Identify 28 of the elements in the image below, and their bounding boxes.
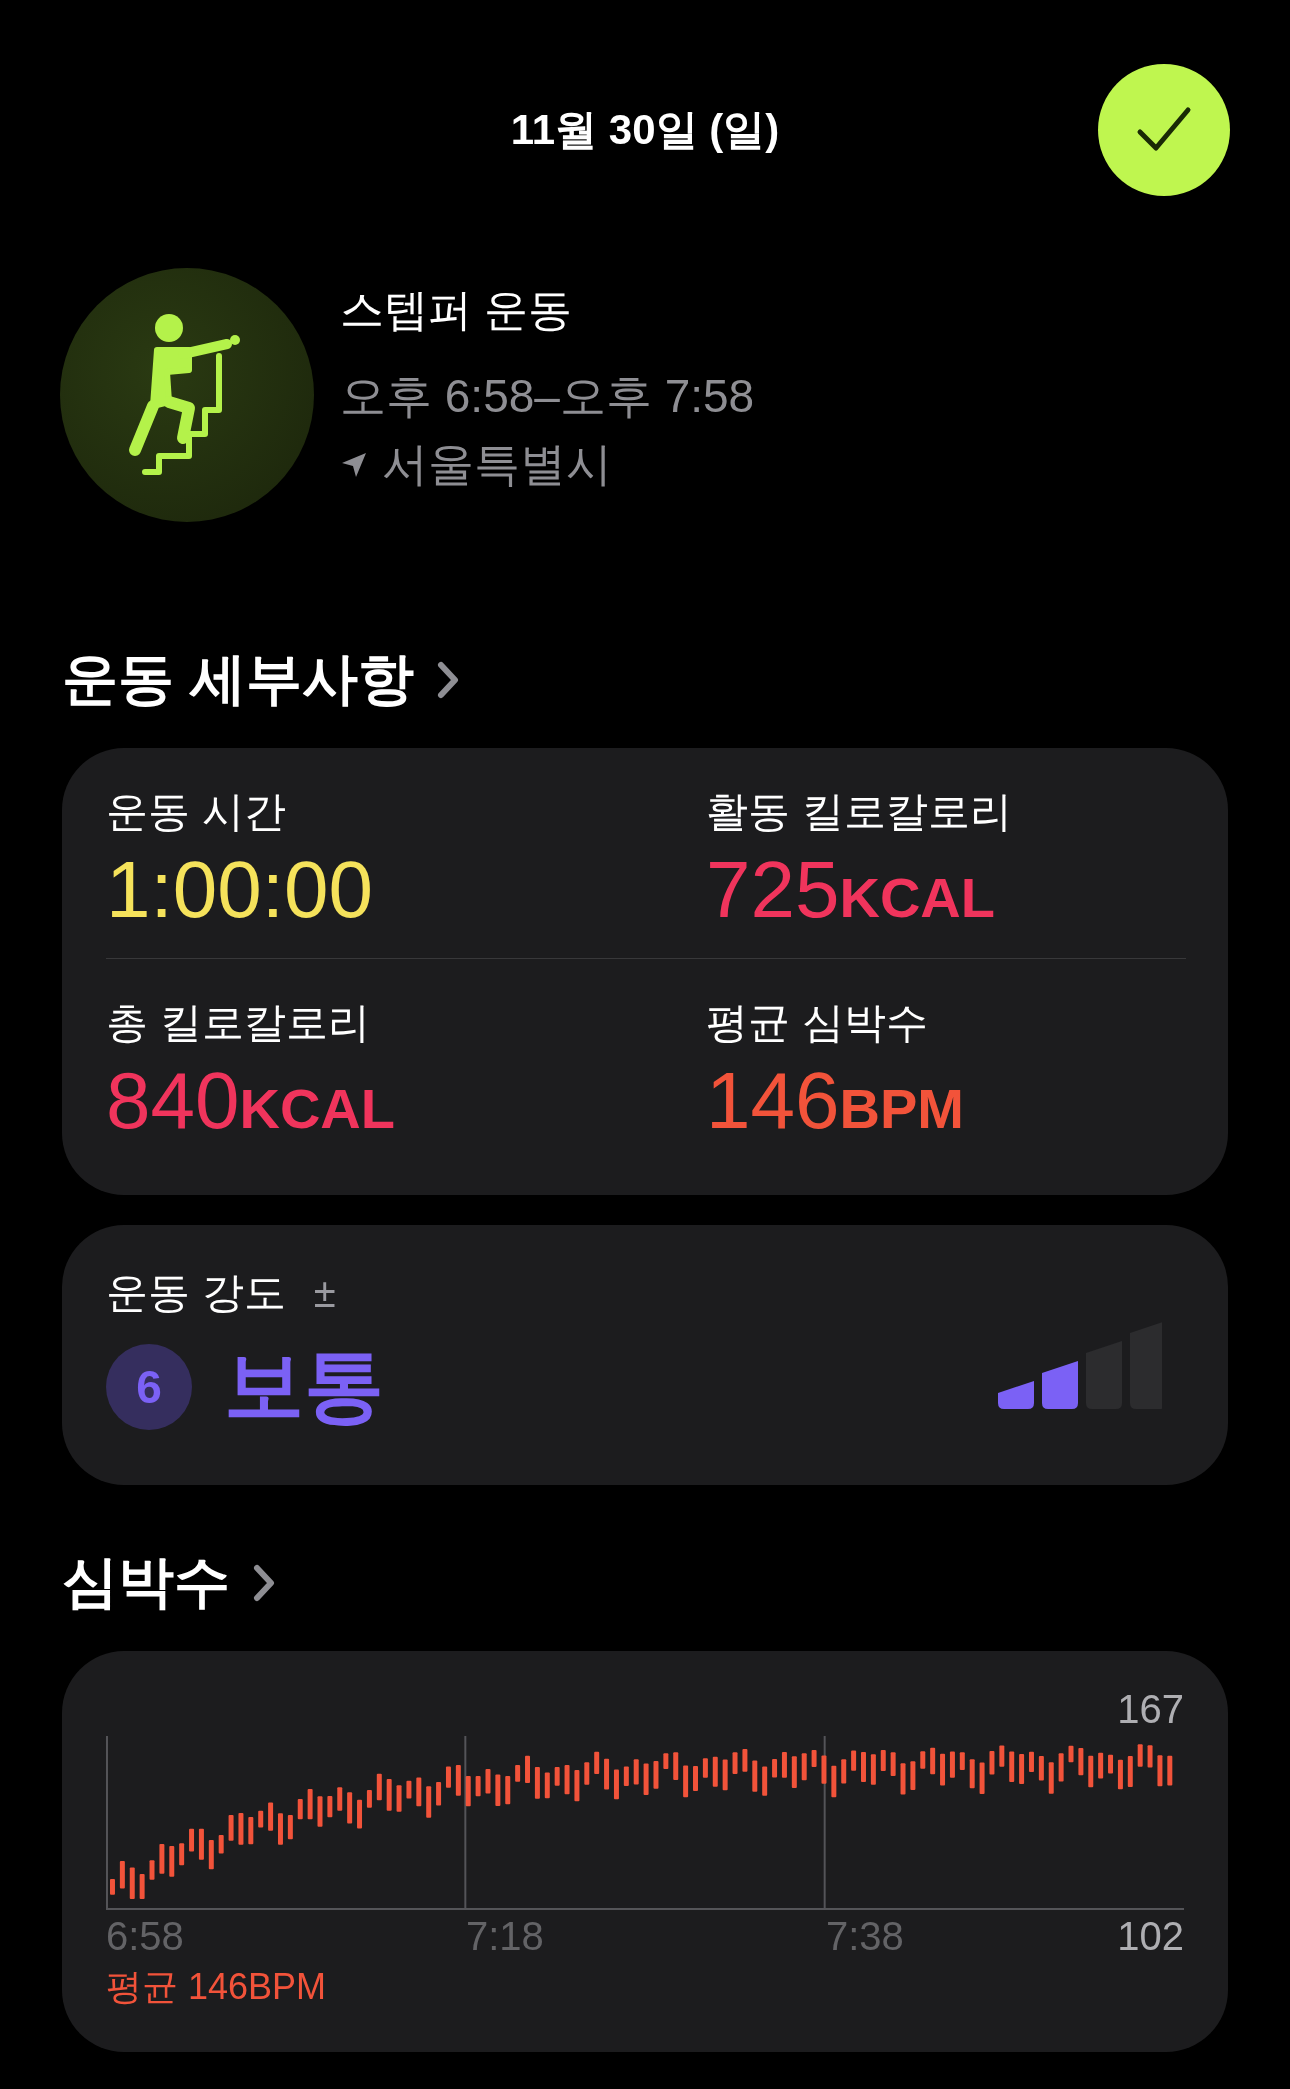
intensity-number: 6 [106, 1344, 192, 1430]
metric-label: 운동 시간 [106, 787, 287, 837]
metric-value: 146BPM [706, 1059, 965, 1143]
adjust-symbol[interactable]: ± [313, 1270, 336, 1316]
workout-name: 스텝퍼 운동 [340, 283, 574, 336]
time-label: 7:38 [826, 1914, 905, 1959]
average-label: 평균 146BPM [106, 1965, 328, 2009]
intensity-label: 운동 강도 [106, 1268, 286, 1318]
location-arrow-icon [340, 450, 368, 479]
intensity-value: 보통 [224, 1340, 384, 1432]
min-value: 102 [1117, 1914, 1184, 1959]
time-label: 7:18 [466, 1914, 545, 1959]
metric-value: 1:00:00 [106, 848, 374, 932]
metric-value: 840KCAL [106, 1059, 396, 1143]
time-label: 6:58 [106, 1914, 185, 1959]
chevron-right-icon [435, 660, 460, 700]
metric-label: 활동 킬로칼로리 [706, 787, 1013, 837]
section-link[interactable]: 운동 세부사항 [62, 642, 460, 718]
metric-label: 총 킬로칼로리 [106, 998, 371, 1048]
chevron-right-icon [252, 1563, 276, 1603]
workout-location: 서울특별시 [382, 436, 612, 492]
max-value: 167 [1117, 1687, 1184, 1732]
workout-time: 오후 6:58–오후 7:58 [340, 368, 755, 424]
date-title: 11월 30일 (일) [510, 105, 780, 155]
metric-value: 725KCAL [706, 848, 996, 932]
checkmark-icon [1136, 106, 1192, 154]
section-link[interactable]: 심박수 [62, 1545, 276, 1621]
metric-label: 평균 심박수 [706, 998, 929, 1048]
